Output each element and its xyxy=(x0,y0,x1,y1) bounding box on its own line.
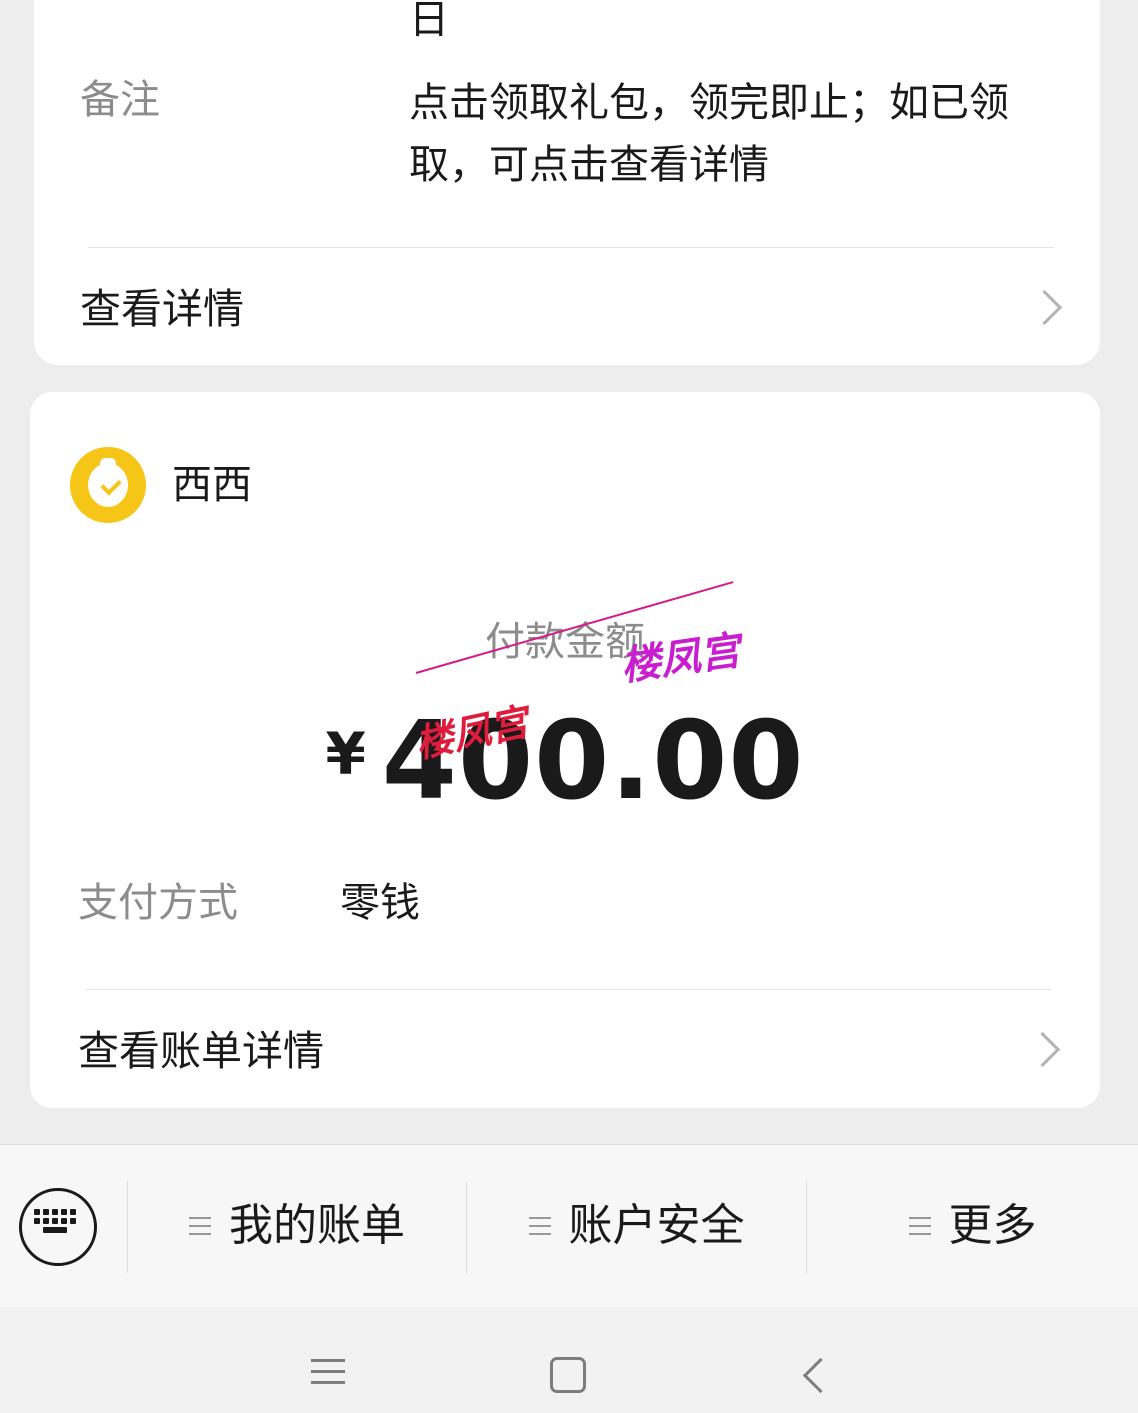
hamburger-icon xyxy=(528,1217,551,1235)
service-menu-bar: 我的账单 账户安全 更多 xyxy=(0,1144,1138,1308)
keyboard-toggle-button[interactable] xyxy=(0,1145,126,1307)
message-card-top: 日 备注 点击领取礼包，领完即止；如已领取，可点击查看详情 查看详情 xyxy=(34,0,1100,365)
amount-label: 付款金额 xyxy=(485,619,645,665)
menu-item-account-security[interactable]: 账户安全 xyxy=(467,1145,806,1307)
recent-apps-icon[interactable] xyxy=(311,1359,345,1385)
date-value-tail: 日 xyxy=(409,0,449,43)
check-mark xyxy=(100,474,122,496)
pay-method-label: 支付方式 xyxy=(78,880,238,926)
view-details-row[interactable]: 查看详情 xyxy=(34,248,1100,365)
back-icon[interactable] xyxy=(802,1357,839,1394)
menu-item-label: 我的账单 xyxy=(229,1200,405,1251)
menu-item-more[interactable]: 更多 xyxy=(807,1145,1138,1307)
chevron-right-icon xyxy=(1026,289,1063,326)
money-bag-shape xyxy=(88,458,128,507)
chevron-right-icon xyxy=(1024,1031,1061,1068)
currency-symbol: ¥ xyxy=(325,720,366,788)
amount-row: ¥400.00 xyxy=(30,702,1100,822)
view-details-label: 查看详情 xyxy=(80,285,244,333)
home-icon[interactable] xyxy=(550,1357,586,1393)
merchant-name: 西西 xyxy=(172,462,252,508)
keyboard-keys xyxy=(34,1209,76,1241)
view-bill-details-label: 查看账单详情 xyxy=(78,1027,324,1075)
payment-card: 西西 付款金额 ¥400.00 楼凤宫 楼凤宫 支付方式 零钱 查看账单详情 xyxy=(30,392,1100,1108)
pay-method-value: 零钱 xyxy=(340,880,420,926)
merchant-logo-icon xyxy=(70,447,146,523)
remark-value: 点击领取礼包，领完即止；如已领取，可点击查看详情 xyxy=(409,80,1009,188)
hamburger-icon xyxy=(908,1217,931,1235)
system-navigation-bar xyxy=(0,1307,1138,1413)
amount-value: 400.00 xyxy=(381,699,805,824)
view-bill-details-row[interactable]: 查看账单详情 xyxy=(30,990,1100,1108)
hamburger-icon xyxy=(189,1217,211,1235)
menu-item-label: 更多 xyxy=(948,1200,1037,1251)
remark-label: 备注 xyxy=(80,77,160,123)
menu-item-label: 账户安全 xyxy=(568,1200,745,1251)
menu-item-my-bills[interactable]: 我的账单 xyxy=(128,1145,466,1307)
